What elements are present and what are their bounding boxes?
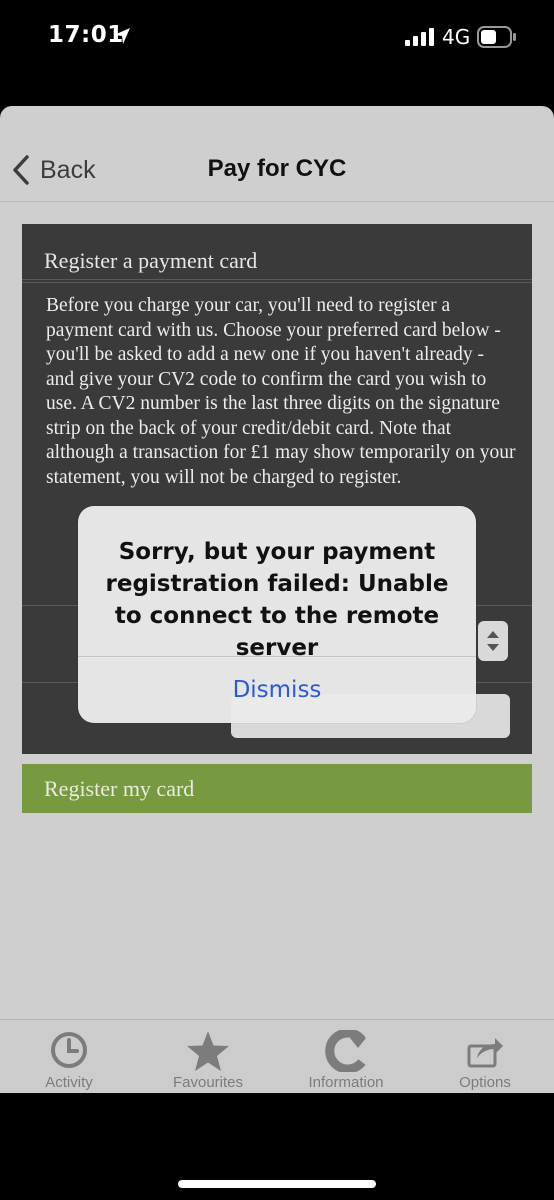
tab-label: Information [308, 1074, 384, 1091]
location-arrow-icon [114, 28, 130, 44]
clock-icon [51, 1032, 87, 1068]
information-logo-icon [325, 1030, 366, 1072]
home-indicator[interactable] [178, 1180, 376, 1188]
panel-description: Before you charge your car, you'll need … [46, 295, 516, 488]
error-alert-dialog: Sorry, but your payment registration fai… [78, 506, 476, 723]
status-bar: 17:01 4G [0, 0, 554, 78]
tab-label: Options [459, 1074, 511, 1091]
dismiss-button[interactable]: Dismiss [78, 657, 476, 723]
battery-icon [477, 26, 516, 48]
network-type: 4G [442, 25, 471, 49]
navigation-bar: Back Pay for CYC [0, 106, 554, 202]
card-select-dropdown[interactable] [478, 621, 508, 661]
share-icon [467, 1038, 503, 1068]
tab-label: Favourites [172, 1074, 244, 1091]
tab-bar: Activity Favourites Information Options [0, 1019, 554, 1093]
tab-favourites[interactable]: Favourites [139, 1020, 277, 1093]
panel-title: Register a payment card [44, 248, 258, 273]
alert-message: Sorry, but your payment registration fai… [105, 539, 449, 661]
divider [22, 279, 532, 280]
divider [22, 282, 532, 283]
updown-chevron-icon [487, 631, 499, 651]
tab-options[interactable]: Options [416, 1020, 554, 1093]
register-card-label: Register my card [44, 776, 195, 801]
tab-label: Activity [45, 1074, 93, 1091]
tab-information[interactable]: Information [277, 1020, 415, 1093]
cellular-signal-icon [405, 28, 434, 46]
page-title: Pay for CYC [207, 155, 347, 182]
register-card-button[interactable]: Register my card [22, 764, 532, 813]
tab-activity[interactable]: Activity [0, 1020, 138, 1093]
star-icon [187, 1031, 229, 1071]
